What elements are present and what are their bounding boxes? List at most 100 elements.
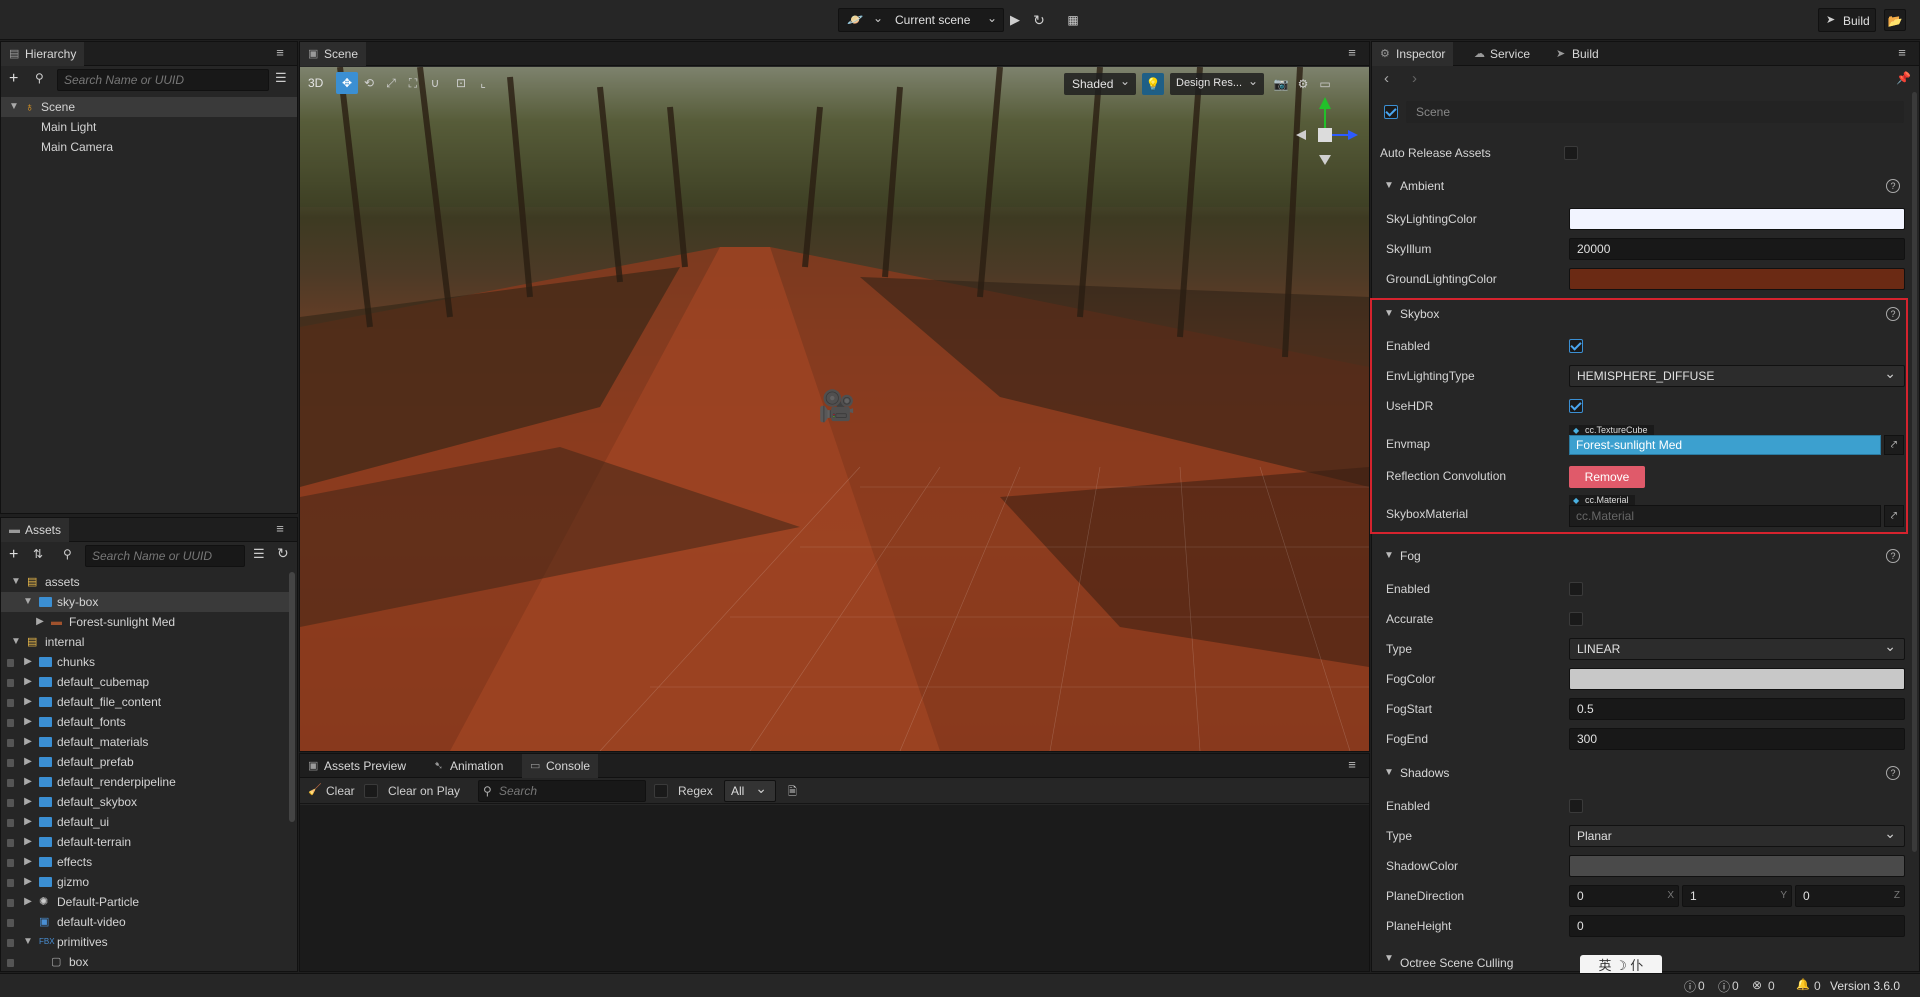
chevron-right-icon[interactable]: ▶: [23, 712, 33, 732]
asset-tree-row[interactable]: ▼ sky-box: [1, 592, 289, 612]
rotate-tool-button[interactable]: ⟲: [358, 72, 380, 94]
assets-scrollbar[interactable]: [289, 572, 295, 822]
material-locate-button[interactable]: ⤤: [1884, 505, 1904, 527]
asset-tree-row[interactable]: ▼ ▤ assets: [1, 572, 289, 592]
shading-select[interactable]: Shaded ⌄: [1064, 73, 1136, 95]
local-global-button[interactable]: ⌞: [472, 72, 494, 94]
ground-lighting-color-swatch[interactable]: [1569, 268, 1905, 290]
asset-tree-row[interactable]: ▶ chunks: [1, 652, 289, 672]
plane-height-input[interactable]: 0: [1569, 915, 1905, 937]
tab-console[interactable]: ▭ Console: [522, 754, 599, 778]
fog-section-header[interactable]: ▼ Fog ?: [1376, 543, 1904, 569]
chevron-right-icon[interactable]: ▶: [23, 692, 33, 712]
asset-tree-row[interactable]: ▶ default_fonts: [1, 712, 289, 732]
asset-tree-row[interactable]: ▶ ✺ Default-Particle: [1, 892, 289, 912]
lightbulb-button[interactable]: 💡: [1142, 73, 1164, 95]
asset-tree-row[interactable]: ▼ ▤ internal: [1, 632, 289, 652]
plane-direction-z-input[interactable]: 0 Z: [1795, 885, 1905, 907]
sky-illum-input[interactable]: 20000: [1569, 238, 1905, 260]
log-file-icon[interactable]: 🗎: [788, 783, 797, 802]
asset-tree-row[interactable]: ▶ default_file_content: [1, 692, 289, 712]
camera-gizmo-icon[interactable]: 🎥: [818, 389, 855, 424]
chevron-right-icon[interactable]: ▶: [23, 772, 33, 792]
asset-tree-row[interactable]: ▶ default_ui: [1, 812, 289, 832]
shadows-type-select[interactable]: Planar: [1569, 823, 1905, 847]
help-icon[interactable]: ?: [1886, 549, 1900, 563]
scene-viewport[interactable]: 3D ✥ ⟲ ⤢ ⛶ ∪ ⊡ ⌞ Shaded ⌄ 💡 Design Res..…: [300, 67, 1369, 751]
fog-start-input[interactable]: 0.5: [1569, 698, 1905, 720]
menu-icon[interactable]: ≡: [273, 46, 287, 59]
refresh-icon[interactable]: ↻: [277, 545, 289, 562]
error-icon[interactable]: ⊗: [1752, 978, 1762, 992]
ambient-section-header[interactable]: ▼ Ambient ?: [1376, 173, 1904, 199]
use-hdr-checkbox[interactable]: [1569, 399, 1583, 413]
add-icon[interactable]: +: [9, 70, 18, 88]
chevron-down-icon[interactable]: ▼: [23, 932, 33, 952]
qr-preview-button[interactable]: ▦: [1062, 9, 1084, 31]
plane-direction-x-input[interactable]: 0 X: [1569, 885, 1679, 907]
help-icon[interactable]: ?: [1886, 307, 1900, 321]
hierarchy-search-input[interactable]: Search Name or UUID: [57, 69, 269, 91]
envmap-locate-button[interactable]: ⤤: [1884, 435, 1904, 455]
rect-tool-button[interactable]: ⛶: [402, 72, 424, 94]
chevron-right-icon[interactable]: ▶: [35, 612, 45, 632]
tab-scene[interactable]: ▣ Scene: [300, 42, 367, 66]
chevron-right-icon[interactable]: ▶: [23, 792, 33, 812]
fog-accurate-checkbox[interactable]: [1569, 612, 1583, 626]
menu-icon[interactable]: ≡: [1345, 758, 1359, 771]
chevron-right-icon[interactable]: ▶: [23, 852, 33, 872]
node-name-field[interactable]: Scene: [1406, 101, 1904, 123]
shadow-color-swatch[interactable]: [1569, 855, 1905, 877]
skybox-enabled-checkbox[interactable]: [1569, 339, 1583, 353]
fog-end-input[interactable]: 300: [1569, 728, 1905, 750]
chevron-down-icon[interactable]: ▼: [9, 97, 19, 117]
chevron-right-icon[interactable]: ▶: [23, 652, 33, 672]
chevron-down-icon[interactable]: ▼: [23, 592, 33, 612]
chevron-down-icon[interactable]: ▼: [11, 632, 21, 652]
pin-icon[interactable]: 📌: [1896, 71, 1911, 85]
tree-row-main-camera[interactable]: Main Camera: [41, 137, 113, 157]
fog-enabled-checkbox[interactable]: [1569, 582, 1583, 596]
refresh-button[interactable]: ↻: [1028, 9, 1050, 31]
asset-tree-row[interactable]: ▶ gizmo: [1, 872, 289, 892]
help-icon[interactable]: ?: [1886, 179, 1900, 193]
asset-tree-row[interactable]: ▶ default_renderpipeline: [1, 772, 289, 792]
design-resolution-select[interactable]: Design Res... ⌄: [1170, 73, 1264, 95]
list-view-icon[interactable]: ☰: [253, 546, 265, 562]
tree-row-scene[interactable]: ▼ ♁ Scene: [1, 97, 297, 117]
open-folder-button[interactable]: 📂: [1884, 9, 1906, 31]
clear-on-play-checkbox[interactable]: [364, 784, 378, 798]
assets-search-input[interactable]: Search Name or UUID: [85, 545, 245, 567]
asset-tree-row[interactable]: ▶ ▬ Forest-sunlight Med: [1, 612, 289, 632]
tab-hierarchy[interactable]: ▤ Hierarchy: [1, 42, 85, 66]
regex-checkbox[interactable]: [654, 784, 668, 798]
env-lighting-type-select[interactable]: HEMISPHERE_DIFFUSE: [1569, 363, 1905, 387]
remove-button[interactable]: Remove: [1569, 466, 1645, 488]
asset-tree-row[interactable]: ▶ default_cubemap: [1, 672, 289, 692]
menu-icon[interactable]: ≡: [1895, 46, 1909, 59]
axis-gizmo[interactable]: [1290, 97, 1360, 177]
gear-button[interactable]: ⚙: [1292, 73, 1314, 95]
scale-tool-button[interactable]: ⤢: [380, 72, 402, 94]
shadows-enabled-checkbox[interactable]: [1569, 799, 1583, 813]
tab-inspector[interactable]: ⚙ Inspector: [1372, 42, 1454, 66]
clear-button[interactable]: Clear: [326, 784, 355, 798]
asset-tree-row[interactable]: ▢ box: [1, 952, 289, 971]
list-icon[interactable]: ☰: [275, 70, 287, 86]
sort-icon[interactable]: ⇅: [33, 547, 43, 561]
chevron-right-icon[interactable]: ▶: [23, 872, 33, 892]
scene-selector[interactable]: 🪐 ⌄ Current scene ⌄: [838, 8, 1004, 32]
shadows-section-header[interactable]: ▼ Shadows ?: [1376, 760, 1904, 786]
log-level-select[interactable]: All: [724, 778, 776, 802]
chevron-right-icon[interactable]: ▶: [23, 812, 33, 832]
asset-tree-row[interactable]: ▶ default_materials: [1, 732, 289, 752]
help-icon[interactable]: ?: [1886, 766, 1900, 780]
camera-button[interactable]: 📷: [1270, 73, 1292, 95]
move-tool-button[interactable]: ✥: [336, 72, 358, 94]
tab-assets-preview[interactable]: ▣ Assets Preview: [300, 754, 414, 778]
tab-animation[interactable]: ➷ Animation: [426, 754, 511, 778]
tab-assets[interactable]: ▬ Assets: [1, 518, 70, 542]
chevron-right-icon[interactable]: ▶: [23, 892, 33, 912]
asset-tree-row[interactable]: ▼ FBX primitives: [1, 932, 289, 952]
tab-build[interactable]: ➤ Build: [1548, 42, 1607, 66]
